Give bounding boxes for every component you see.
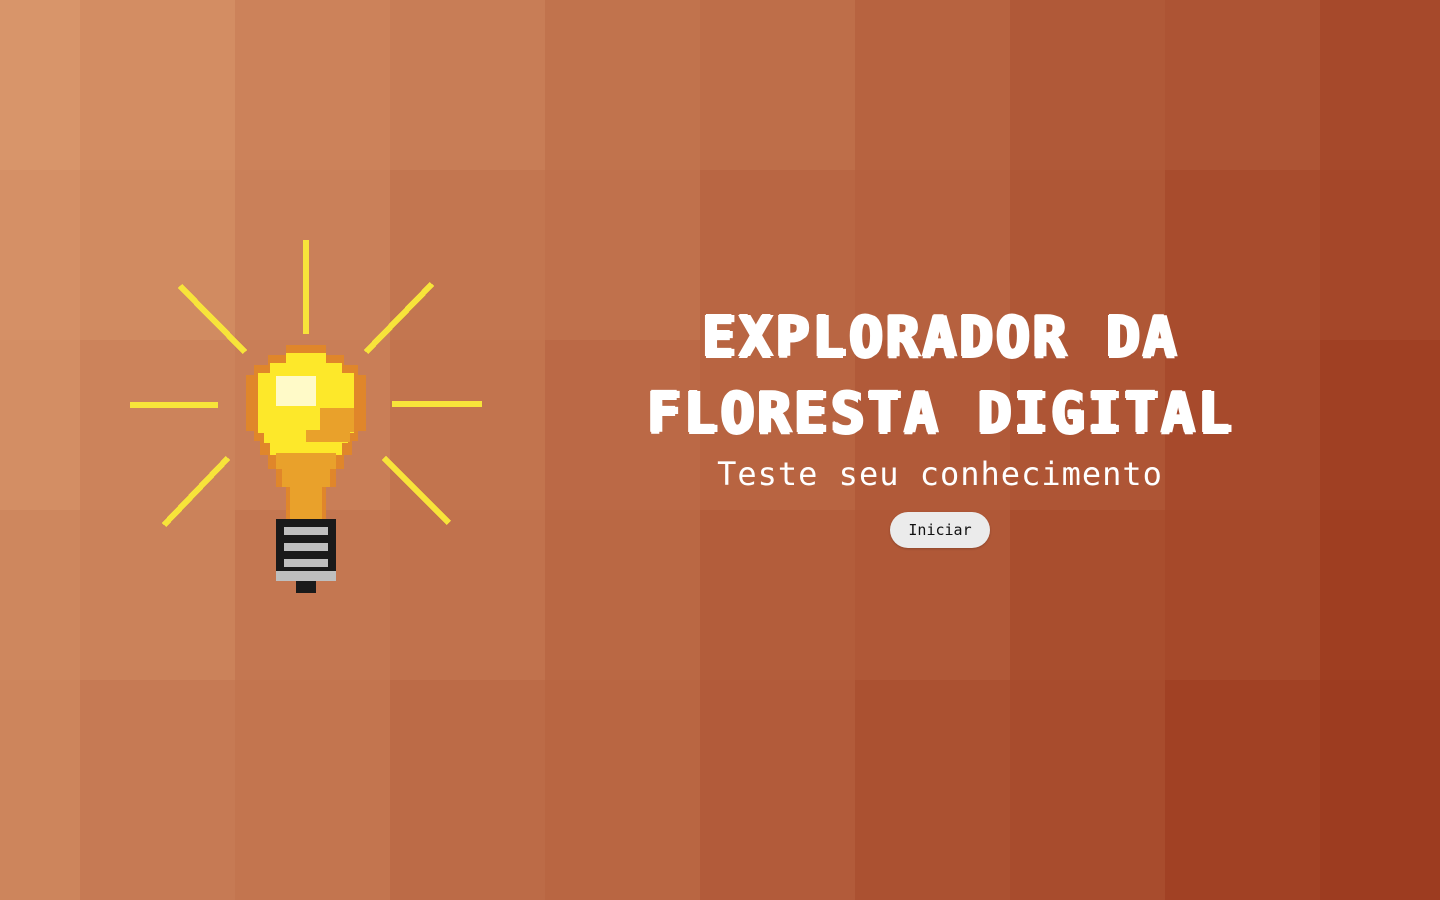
background-tile (1320, 170, 1440, 340)
background-tile (700, 680, 855, 900)
ray-bottom-right (381, 455, 452, 526)
background-tile (545, 680, 700, 900)
background-tile (700, 0, 855, 170)
start-button[interactable]: Iniciar (890, 512, 990, 548)
hero-content: EXPLORADOR DA FLORESTA DIGITAL Teste seu… (560, 300, 1320, 548)
background-tile (0, 0, 80, 170)
background-tile (545, 0, 700, 170)
background-tile (1320, 340, 1440, 510)
ray-top-right (363, 281, 435, 355)
background-tile (80, 0, 235, 170)
background-tile (390, 680, 545, 900)
background-tile (80, 680, 235, 900)
ray-top-left (177, 283, 248, 355)
page-title: EXPLORADOR DA FLORESTA DIGITAL (560, 300, 1320, 452)
background-tile (1320, 0, 1440, 170)
background-tile (1320, 510, 1440, 680)
bulb-glass (246, 345, 366, 521)
lightbulb-icon (130, 240, 482, 593)
title-line-2: FLORESTA DIGITAL (646, 381, 1234, 446)
bulb-socket (276, 519, 336, 593)
background-tile (0, 170, 80, 340)
background-tile (1010, 680, 1165, 900)
background-tile (1165, 680, 1320, 900)
background-tile (1165, 0, 1320, 170)
background-tile (1010, 0, 1165, 170)
background-tile (0, 340, 80, 510)
subtitle: Teste seu conhecimento (717, 455, 1163, 493)
background-tile (1320, 680, 1440, 900)
background-tile (0, 510, 80, 680)
background-tile (0, 680, 80, 900)
background-tile (855, 0, 1010, 170)
title-line-1: EXPLORADOR DA (701, 305, 1179, 370)
ray-bottom-left (161, 455, 231, 528)
background-tile (235, 0, 390, 170)
background-tile (235, 680, 390, 900)
background-tile (390, 0, 545, 170)
background-tile (855, 680, 1010, 900)
